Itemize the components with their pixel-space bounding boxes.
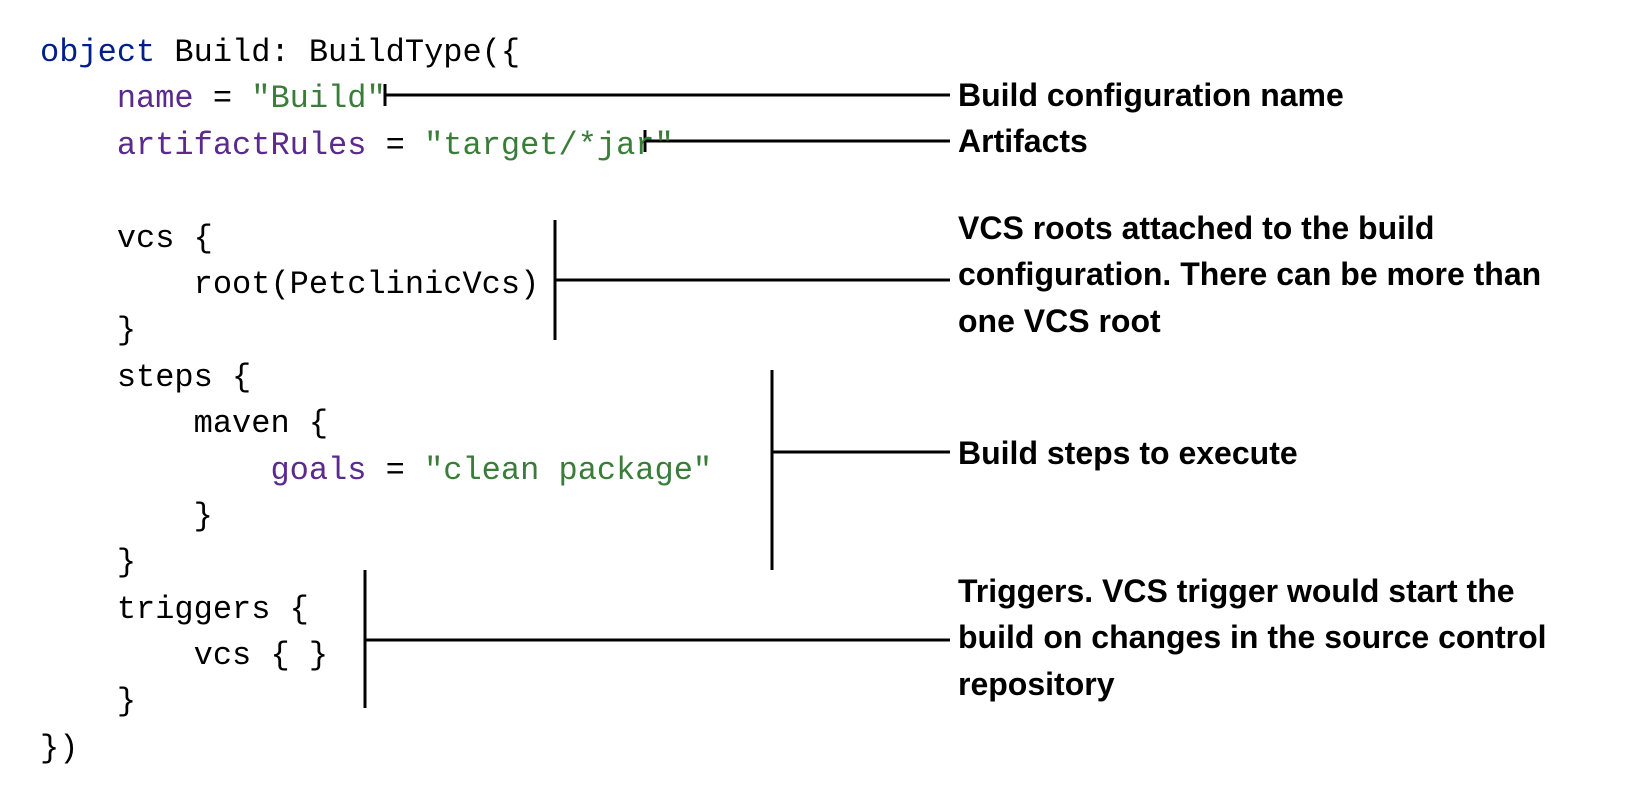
code-indent bbox=[40, 405, 194, 442]
close-brace: } bbox=[117, 312, 136, 349]
code-indent bbox=[40, 452, 270, 489]
maven-open: maven { bbox=[194, 405, 328, 442]
prop-artifact: artifactRules bbox=[117, 127, 367, 164]
code-indent bbox=[40, 359, 117, 396]
vcs-empty: vcs { } bbox=[194, 637, 328, 674]
code-eq: = bbox=[366, 127, 424, 164]
code-text: Build: BuildType({ bbox=[155, 34, 520, 71]
triggers-open: triggers { bbox=[117, 591, 309, 628]
code-indent bbox=[40, 591, 117, 628]
code-indent bbox=[40, 544, 117, 581]
close-paren: }) bbox=[40, 730, 78, 767]
code-indent bbox=[40, 312, 117, 349]
close-brace: } bbox=[117, 544, 136, 581]
vcs-open: vcs { bbox=[117, 220, 213, 257]
code-indent bbox=[40, 498, 194, 535]
code-indent bbox=[40, 127, 117, 164]
code-indent bbox=[40, 637, 194, 674]
close-brace: } bbox=[117, 683, 136, 720]
close-brace: } bbox=[194, 498, 213, 535]
code-eq: = bbox=[366, 452, 424, 489]
code-eq: = bbox=[194, 80, 252, 117]
code-block: object Build: BuildType({ name = "Build"… bbox=[40, 30, 1588, 772]
prop-name: name bbox=[117, 80, 194, 117]
prop-goals: goals bbox=[270, 452, 366, 489]
code-indent bbox=[40, 80, 117, 117]
steps-open: steps { bbox=[117, 359, 251, 396]
string-artifact: "target/*jar" bbox=[424, 127, 674, 164]
keyword-object: object bbox=[40, 34, 155, 71]
code-indent bbox=[40, 266, 194, 303]
string-goals: "clean package" bbox=[424, 452, 712, 489]
string-build: "Build" bbox=[251, 80, 385, 117]
code-indent bbox=[40, 683, 117, 720]
root-call: root(PetclinicVcs) bbox=[194, 266, 540, 303]
code-indent bbox=[40, 220, 117, 257]
